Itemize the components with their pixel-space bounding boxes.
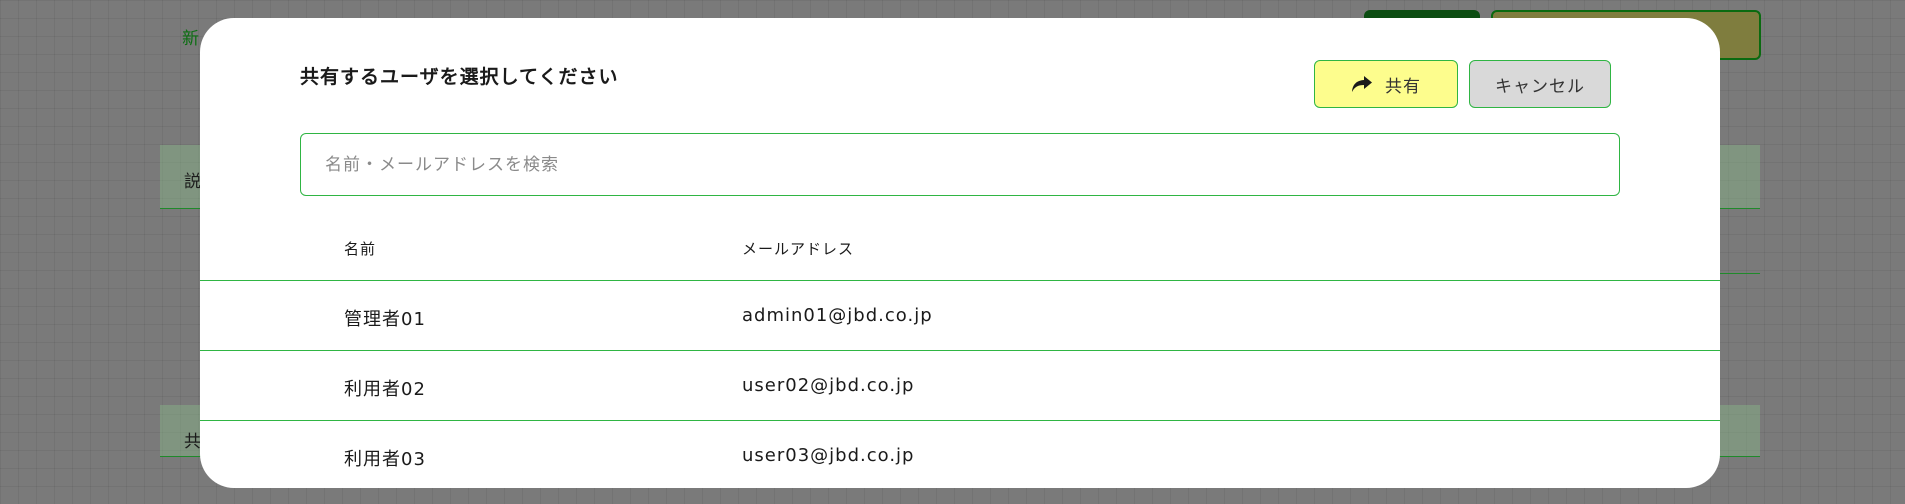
user-name: 利用者02 [344, 379, 426, 400]
share-user-modal: 共有するユーザを選択してください 共有 キャンセル 名前 メールアドレス 管理者… [200, 18, 1720, 488]
background-new-label: 新 [182, 29, 199, 49]
user-email: admin01@jbd.co.jp [742, 305, 933, 326]
column-header-email: メールアドレス [742, 240, 855, 258]
user-name: 利用者03 [344, 449, 426, 470]
share-icon [1352, 76, 1372, 92]
share-button-label: 共有 [1385, 76, 1421, 97]
cancel-button-label: キャンセル [1495, 76, 1585, 97]
background-section-description-label: 説 [184, 172, 201, 192]
column-header-name: 名前 [344, 240, 377, 258]
user-email: user02@jbd.co.jp [742, 375, 915, 396]
share-button[interactable]: 共有 [1314, 60, 1458, 108]
user-name: 管理者01 [344, 309, 426, 330]
user-email: user03@jbd.co.jp [742, 445, 915, 466]
search-input[interactable] [300, 133, 1620, 196]
table-row[interactable]: 管理者01 admin01@jbd.co.jp [200, 280, 1720, 350]
modal-title: 共有するユーザを選択してください [300, 66, 619, 88]
cancel-button[interactable]: キャンセル [1469, 60, 1611, 108]
table-row[interactable]: 利用者03 user03@jbd.co.jp [200, 420, 1720, 488]
background-section-share-label: 共 [184, 432, 201, 452]
table-row[interactable]: 利用者02 user02@jbd.co.jp [200, 350, 1720, 420]
